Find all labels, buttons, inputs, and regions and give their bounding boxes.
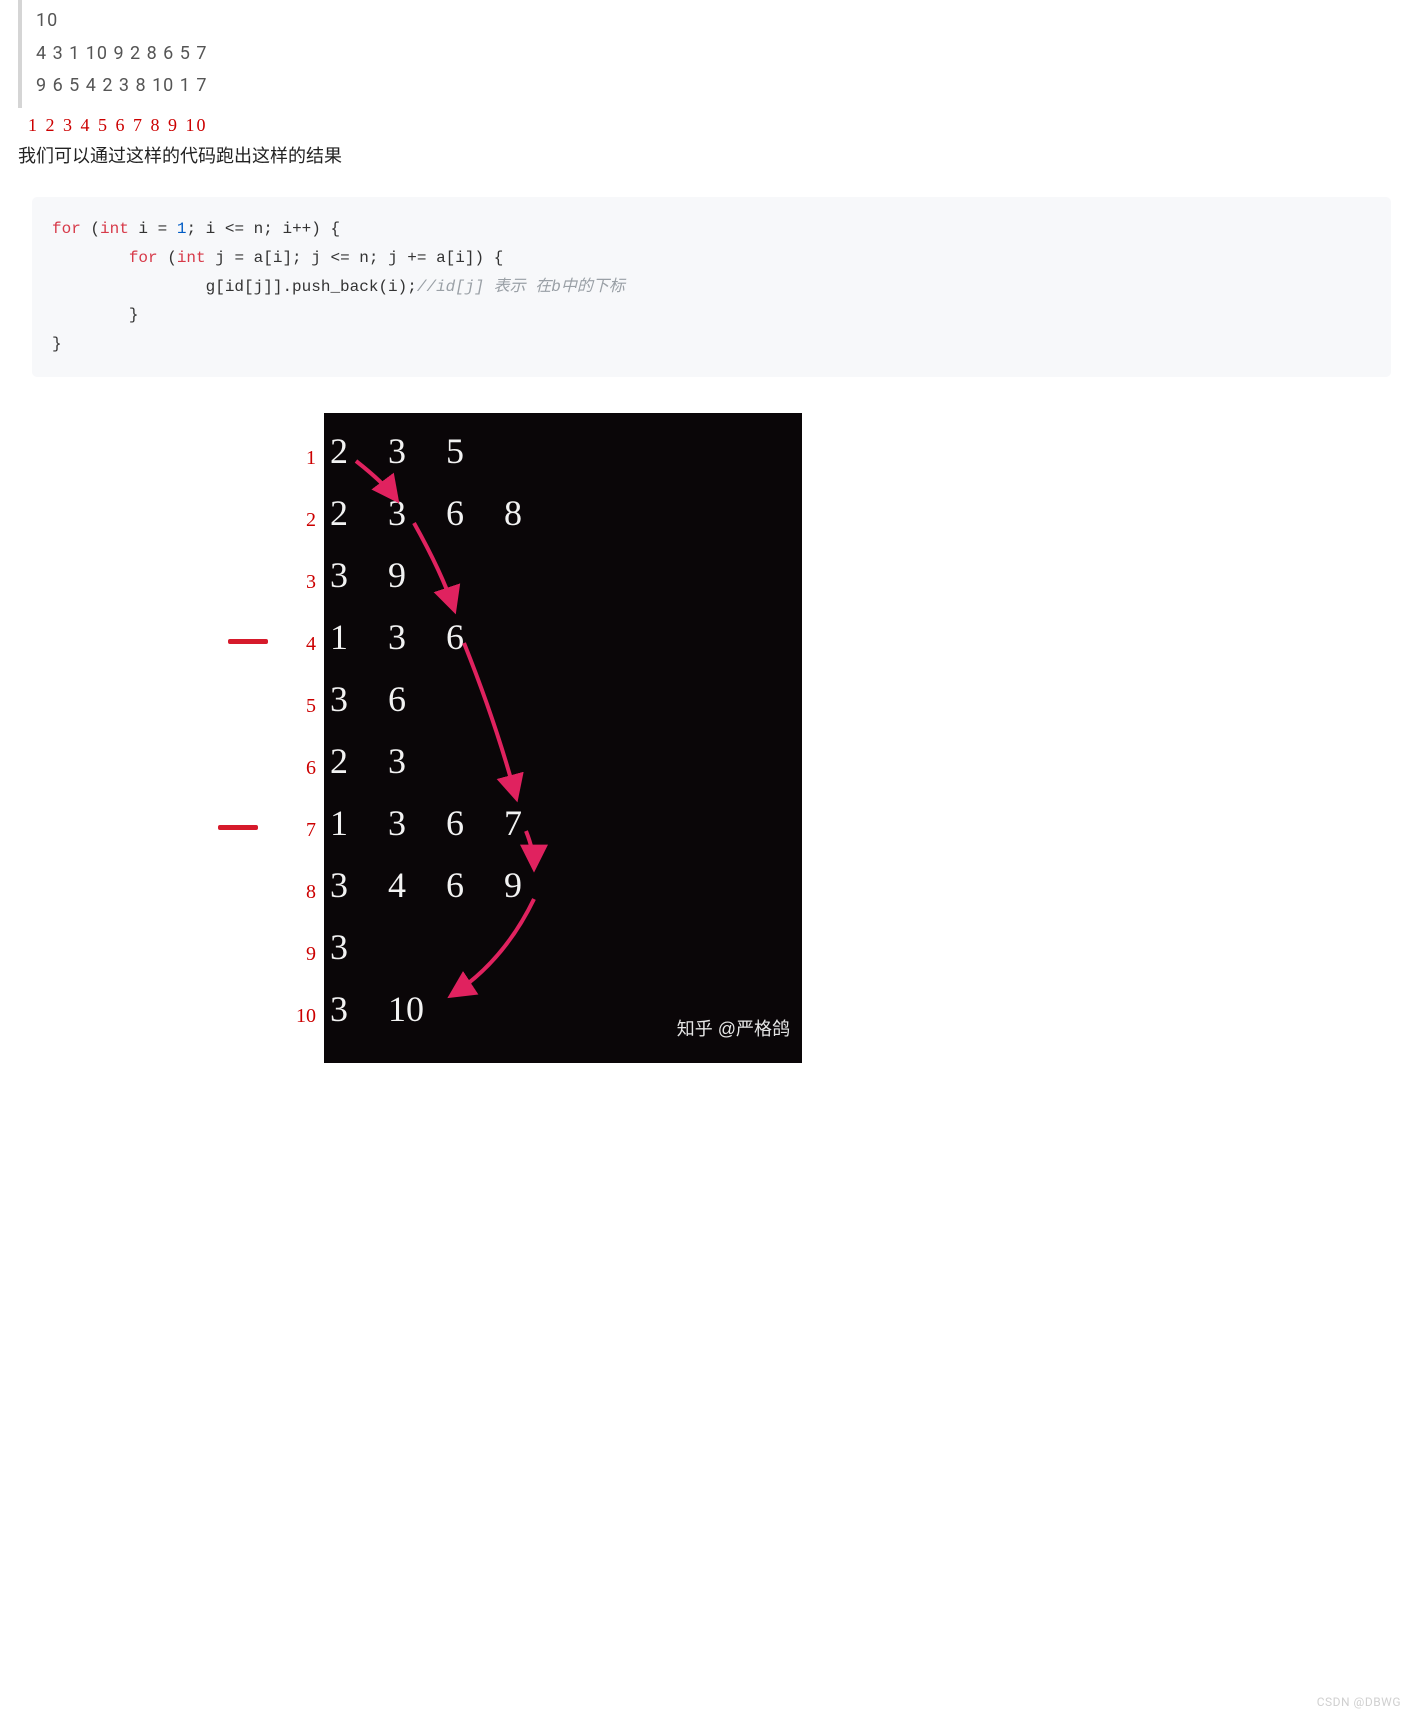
input-data-quote: 10 4 3 1 10 9 2 8 6 5 7 9 6 5 4 2 3 8 10…	[18, 0, 1405, 108]
row-label-6: 6	[242, 737, 316, 799]
row-label-1: 1	[242, 427, 316, 489]
row-label-7: 7	[242, 799, 316, 861]
row-label-5: 5	[242, 675, 316, 737]
csdn-watermark: CSDN @DBWG	[1317, 1692, 1401, 1712]
quote-line-1: 10	[36, 6, 1405, 37]
num-1: 1	[177, 220, 187, 238]
body-text: 我们可以通过这样的代码跑出这样的结果	[18, 142, 1405, 173]
row-label-3: 3	[242, 551, 316, 613]
output-row-1: 235	[330, 421, 504, 483]
row-labels-column: 1 2 3 4 5 6 7 8 9 10	[242, 427, 316, 1047]
quote-line-3: 9 6 5 4 2 3 8 10 1 7	[36, 71, 1405, 102]
kw-for-2: for	[129, 249, 158, 267]
kw-int-2: int	[177, 249, 206, 267]
code-block: for (int i = 1; i <= n; i++) { for (int …	[32, 197, 1391, 377]
output-row-2: 2368	[330, 483, 562, 545]
output-row-8: 3469	[330, 855, 562, 917]
row-label-4: 4	[242, 613, 316, 675]
dash-mark-7	[218, 825, 258, 830]
code-line-4: }	[52, 306, 138, 324]
code-line-5: }	[52, 335, 62, 353]
index-sequence: 1 2 3 4 5 6 7 8 9 10	[18, 110, 1405, 141]
output-panel: 235 2368 39 136 36 23 1367 3469 3 310 知乎…	[324, 413, 802, 1063]
output-row-4: 136	[330, 607, 504, 669]
code-comment: //id[j] 表示 在b中的下标	[417, 278, 625, 296]
dash-mark-4	[228, 639, 268, 644]
row-label-9: 9	[242, 923, 316, 985]
zhihu-watermark: 知乎 @严格鸽	[677, 1014, 790, 1045]
row-label-2: 2	[242, 489, 316, 551]
row-label-8: 8	[242, 861, 316, 923]
output-row-6: 23	[330, 731, 446, 793]
quote-line-2: 4 3 1 10 9 2 8 6 5 7	[36, 39, 1405, 70]
code-line-3: g[id[j]].push_back(i);	[52, 278, 417, 296]
output-row-9: 3	[330, 917, 388, 979]
row-label-10: 10	[242, 985, 316, 1047]
output-row-10: 310	[330, 979, 424, 1041]
output-row-3: 39	[330, 545, 446, 607]
kw-for-1: for	[52, 220, 81, 238]
diagram: 1 2 3 4 5 6 7 8 9 10 235 2368 39 136 36 …	[242, 413, 802, 1073]
output-row-5: 36	[330, 669, 446, 731]
kw-int-1: int	[100, 220, 129, 238]
output-row-7: 1367	[330, 793, 562, 855]
